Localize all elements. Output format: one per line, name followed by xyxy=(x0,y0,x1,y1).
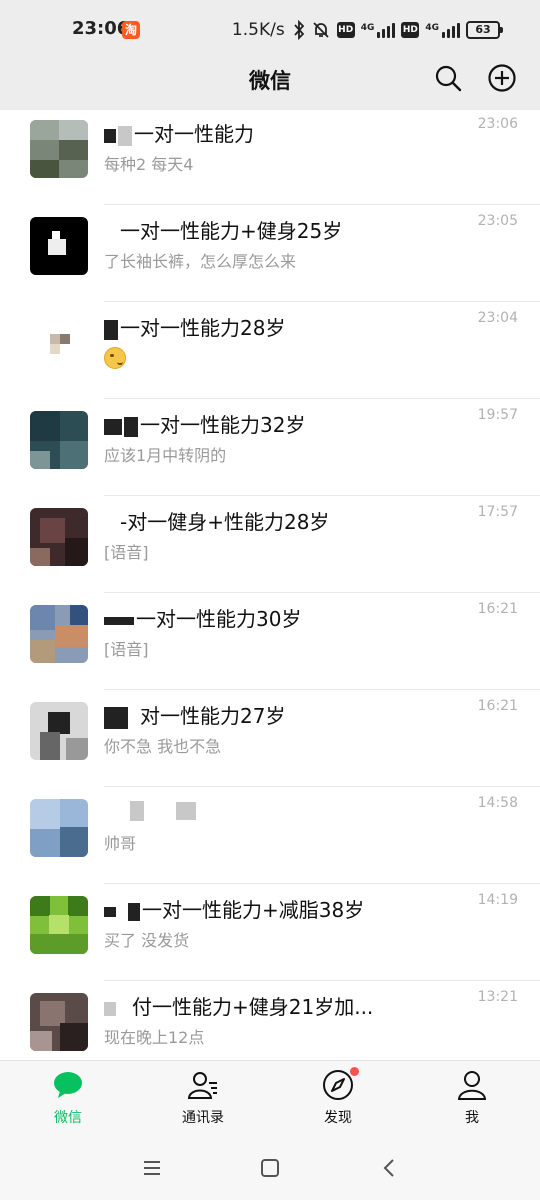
tab-chats[interactable]: 微信 xyxy=(18,1069,118,1133)
avatar xyxy=(30,411,88,469)
avatar xyxy=(30,314,88,372)
chat-time: 19:57 xyxy=(477,407,518,423)
tab-discover[interactable]: 发现 xyxy=(288,1067,388,1133)
chat-name: 一对一性能力30岁 xyxy=(104,603,434,632)
tab-me[interactable]: 我 xyxy=(422,1069,522,1133)
plus-circle-icon[interactable] xyxy=(487,63,517,93)
chat-preview: 应该1月中转阴的 xyxy=(104,446,227,465)
taobao-notification-icon: 淘 xyxy=(122,21,140,39)
avatar xyxy=(30,120,88,178)
chat-preview: 帅哥 xyxy=(104,834,137,853)
avatar xyxy=(30,702,88,760)
notification-badge xyxy=(350,1067,359,1076)
avatar xyxy=(30,799,88,857)
emoji-sticker-icon xyxy=(104,347,126,369)
status-time: 23:06 xyxy=(72,18,130,39)
chat-name: 一对一性能力28岁 xyxy=(104,312,434,341)
chat-item[interactable]: 一对一性能力30岁 16:21 [语音] xyxy=(0,593,540,690)
chat-preview: 了长袖长裤，怎么厚怎么来 xyxy=(104,252,297,271)
system-nav-bar xyxy=(0,1136,540,1200)
chat-preview: 现在晚上12点 xyxy=(104,1028,205,1047)
bluetooth-icon xyxy=(294,20,304,40)
chat-time: 14:19 xyxy=(477,892,518,908)
search-icon[interactable] xyxy=(433,63,463,93)
avatar xyxy=(30,993,88,1051)
compass-icon xyxy=(323,1070,353,1100)
tab-bar: 微信 通讯录 发现 我 xyxy=(0,1060,540,1136)
chat-item[interactable]: 一对一性能力28岁 23:04 xyxy=(0,302,540,399)
chat-name: 一对一性能力 xyxy=(104,118,434,147)
chat-name: 一对一性能力32岁 xyxy=(104,409,434,438)
chat-preview: 买了 没发货 xyxy=(104,931,190,950)
network-type-1: 4G xyxy=(360,22,375,33)
tab-label: 微信 xyxy=(54,1110,82,1126)
battery-icon: 63 xyxy=(466,21,503,39)
chat-preview: 你不急 我也不急 xyxy=(104,737,222,756)
chat-item[interactable]: 对一性能力27岁 16:21 你不急 我也不急 xyxy=(0,690,540,787)
back-icon[interactable] xyxy=(378,1156,402,1180)
chat-list[interactable]: 一对一性能力 23:06 每种2 每天4 一对一性能力+健身25岁 23:05 … xyxy=(0,110,540,1060)
chat-item[interactable]: 一对一性能力32岁 19:57 应该1月中转阴的 xyxy=(0,399,540,496)
chat-item[interactable]: 14:58 帅哥 xyxy=(0,787,540,884)
chat-item[interactable]: 一对一性能力+健身25岁 23:05 了长袖长裤，怎么厚怎么来 xyxy=(0,205,540,302)
avatar xyxy=(30,896,88,954)
network-speed: 1.5K/s xyxy=(231,20,285,40)
chat-name: -对一健身+性能力28岁 xyxy=(120,510,330,534)
tab-label: 通讯录 xyxy=(182,1110,224,1126)
chat-time: 14:58 xyxy=(477,795,518,811)
chat-time: 23:05 xyxy=(477,213,518,229)
chat-time: 16:21 xyxy=(477,698,518,714)
status-indicators: 1.5K/s HD 4G HD 4G 63 xyxy=(231,18,503,42)
hd-voice-icon-2: HD xyxy=(401,22,420,38)
chat-item[interactable]: 付一性能力+健身21岁加... 13:21 现在晚上12点 xyxy=(0,981,540,1060)
chat-item[interactable]: -对一健身+性能力28岁 17:57 [语音] xyxy=(0,496,540,593)
network-type-2: 4G xyxy=(425,22,439,33)
tab-label: 发现 xyxy=(324,1110,352,1126)
chat-preview: [语音] xyxy=(104,640,149,659)
chat-time: 16:21 xyxy=(477,601,518,617)
chat-preview: 每种2 每天4 xyxy=(104,155,194,174)
tab-label: 我 xyxy=(465,1110,479,1126)
chat-name: 一对一性能力+健身25岁 xyxy=(120,219,343,243)
chat-time: 23:04 xyxy=(477,310,518,326)
chat-name: 一对一性能力+减脂38岁 xyxy=(104,894,434,923)
avatar xyxy=(30,605,88,663)
chat-time: 13:21 xyxy=(477,989,518,1005)
chat-name: 付一性能力+健身21岁加... xyxy=(104,991,434,1020)
tab-contacts[interactable]: 通讯录 xyxy=(153,1069,253,1133)
app-header: 微信 xyxy=(0,55,540,110)
chat-item[interactable]: 一对一性能力+减脂38岁 14:19 买了 没发货 xyxy=(0,884,540,981)
contacts-icon xyxy=(187,1072,217,1099)
chat-item[interactable]: 一对一性能力 23:06 每种2 每天4 xyxy=(0,110,540,205)
chat-bubble-icon xyxy=(54,1072,82,1098)
chat-time: 23:06 xyxy=(477,116,518,132)
signal-strength-2-icon: 4G xyxy=(425,22,460,38)
chat-name: 对一性能力27岁 xyxy=(104,700,434,729)
home-icon[interactable] xyxy=(258,1156,282,1180)
chat-name xyxy=(104,797,434,821)
chat-time: 17:57 xyxy=(477,504,518,520)
hd-voice-icon: HD xyxy=(336,22,355,38)
bell-muted-icon xyxy=(313,22,329,38)
signal-strength-1-icon: 4G xyxy=(360,22,396,38)
status-bar: 23:06 淘 1.5K/s HD 4G HD 4G 63 xyxy=(0,0,540,60)
avatar xyxy=(30,217,88,275)
menu-icon[interactable] xyxy=(140,1156,164,1180)
chat-preview: [语音] xyxy=(104,543,149,562)
avatar xyxy=(30,508,88,566)
person-icon xyxy=(457,1071,487,1100)
